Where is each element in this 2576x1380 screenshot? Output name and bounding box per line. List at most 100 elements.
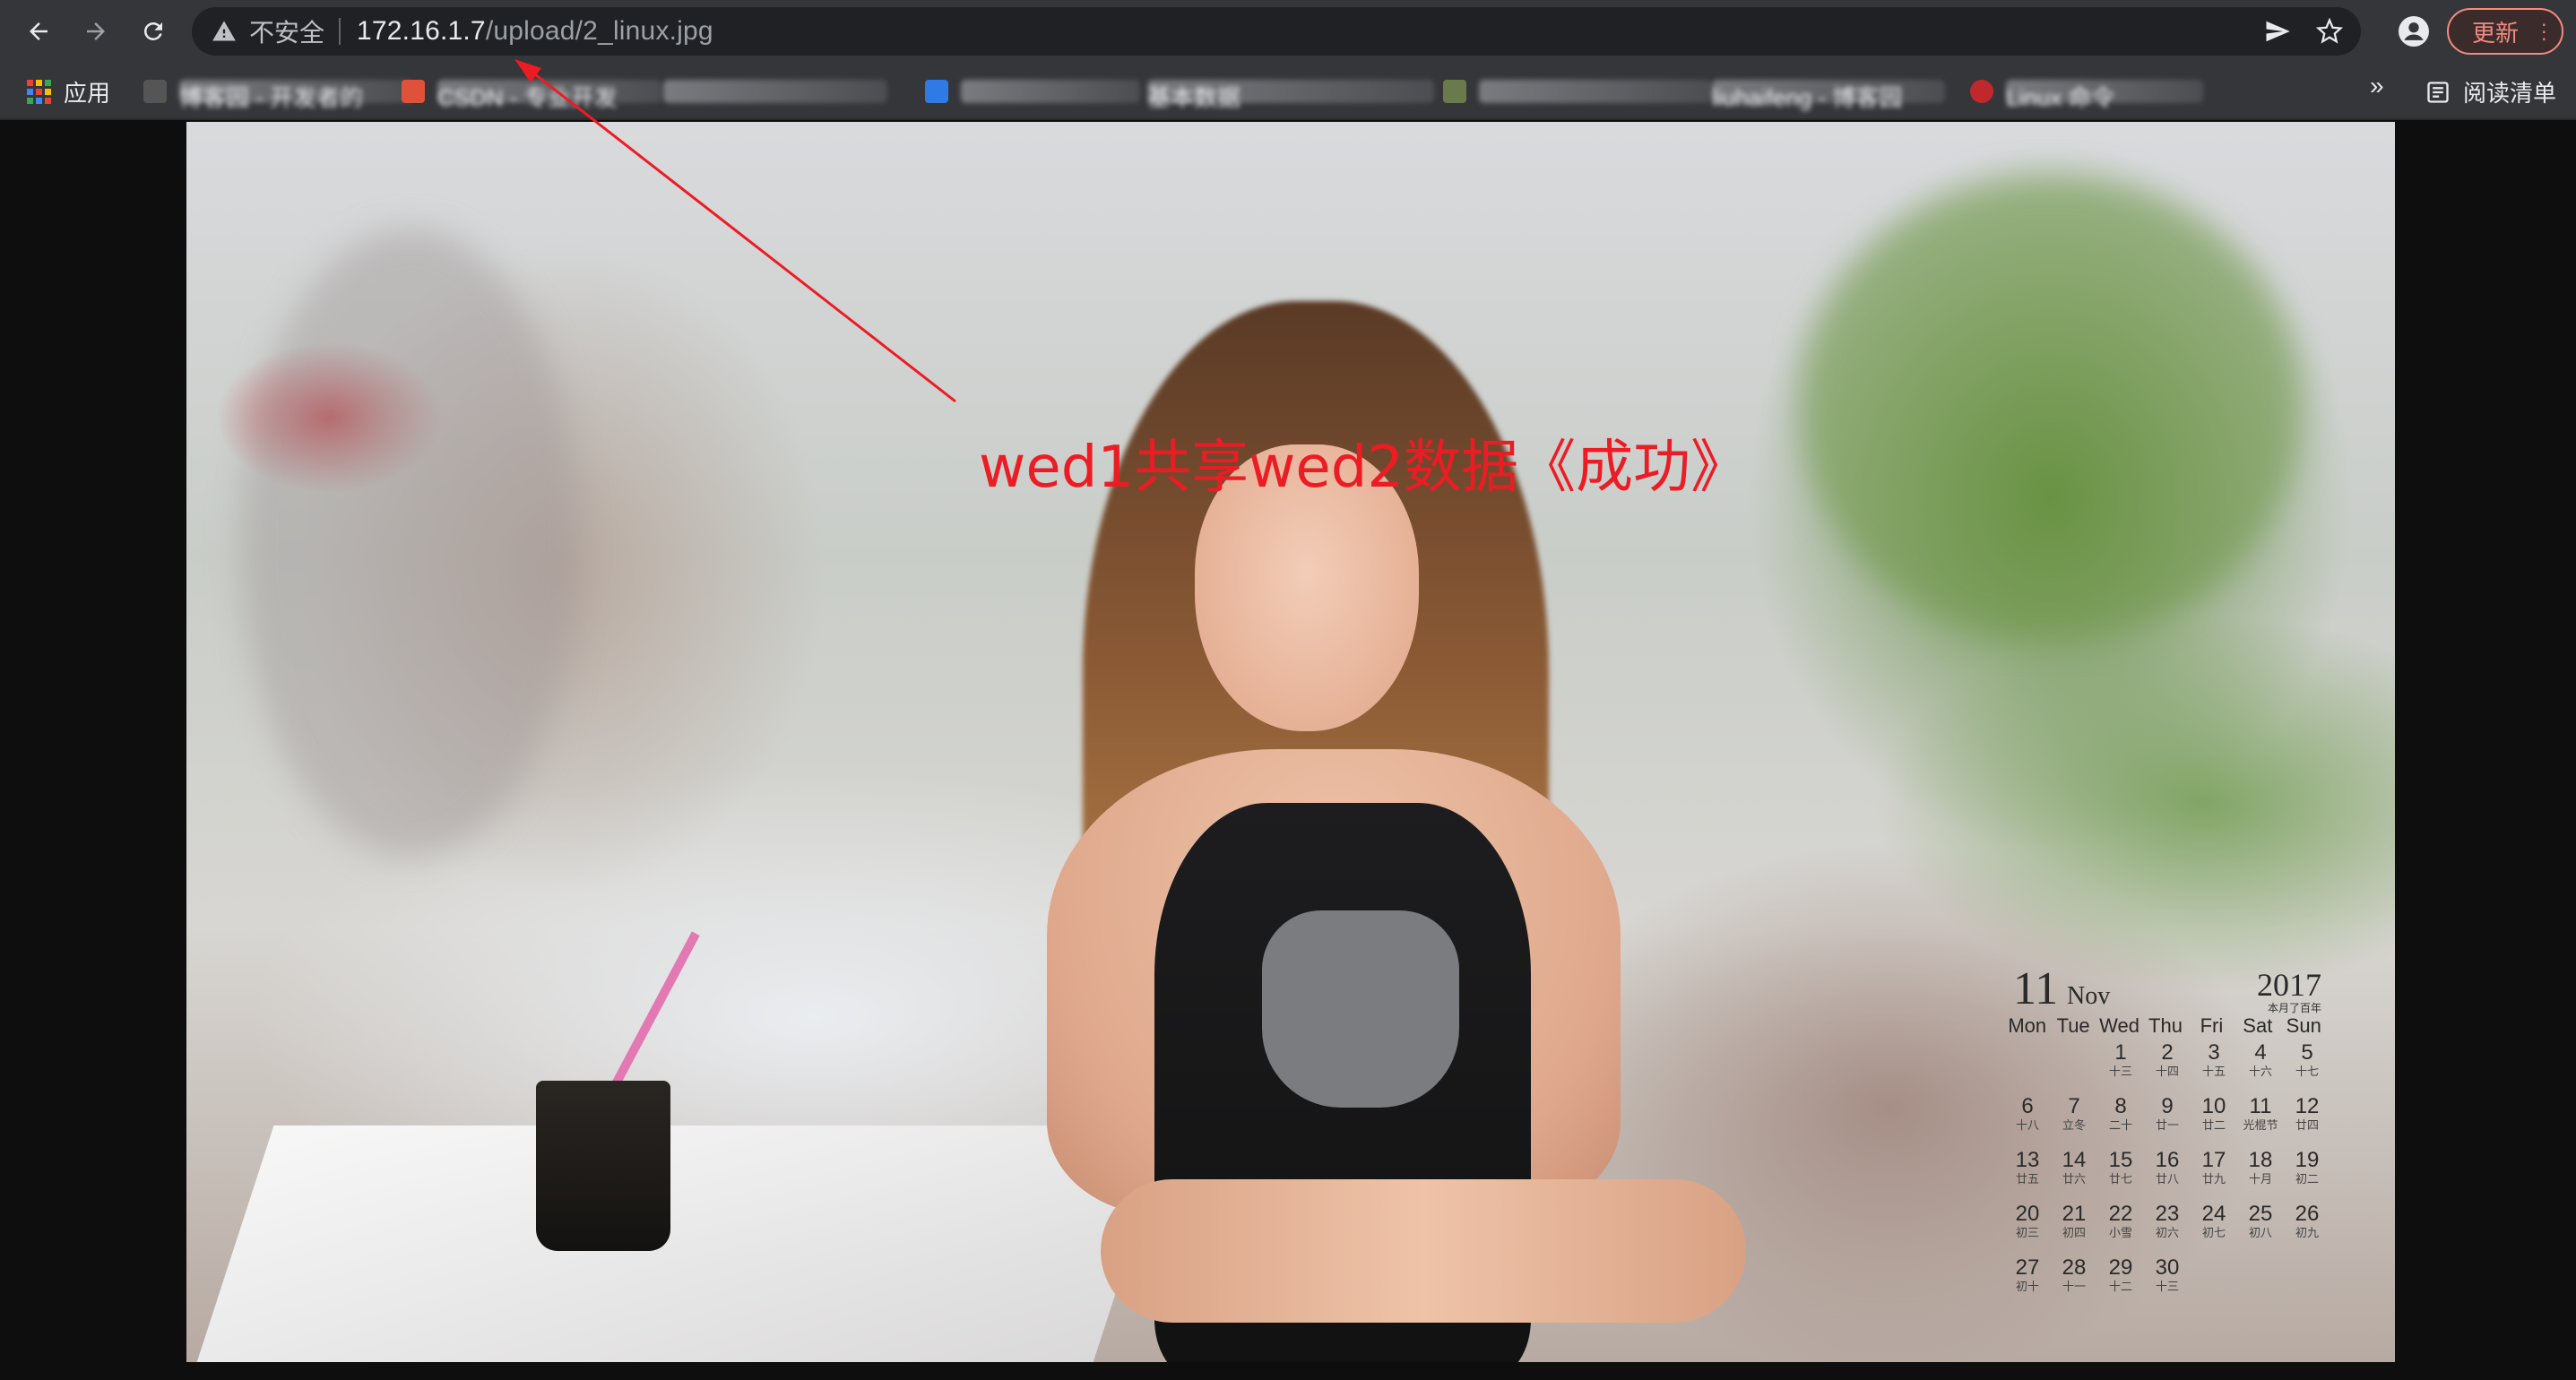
calendar-day-number: 2 [2161,1040,2174,1065]
calendar-lunar-label: 廿八 [2155,1172,2179,1186]
calendar-weekday: Mon [2008,1014,2047,1037]
calendar-day: 2 十四 [2144,1041,2191,1095]
calendar-day: 18 十月 [2237,1149,2284,1203]
calendar-day: 30 十三 [2144,1256,2191,1310]
calendar-day-number: 20 [2015,1202,2040,1226]
calendar-day-number: 17 [2201,1148,2226,1172]
calendar-day: 26 初九 [2284,1203,2330,1256]
calendar-day: 7 立冬 [2051,1095,2097,1149]
calendar-day-number: 13 [2015,1148,2040,1172]
calendar-day: 25 初八 [2237,1203,2284,1256]
calendar-lunar-label: 初七 [2201,1226,2226,1239]
calendar-day: 6 十八 [2004,1095,2051,1149]
calendar-lunar-label: 小雪 [2108,1226,2132,1239]
calendar-day: 3 十五 [2191,1041,2237,1095]
calendar-day: 1 十三 [2097,1041,2144,1095]
calendar-lunar-label: 十五 [2201,1065,2226,1078]
calendar-day-number: 11 [2249,1094,2272,1118]
calendar-day-number: 26 [2295,1202,2320,1226]
calendar-lunar-label: 十六 [2248,1065,2272,1078]
calendar-day: 10 廿二 [2191,1095,2237,1149]
calendar-tag: 本月了百年 [2267,1002,2321,1014]
calendar-day-number: 10 [2201,1094,2226,1118]
calendar-lunar-label: 十月 [2248,1172,2272,1186]
calendar-day: 24 初七 [2191,1203,2237,1256]
calendar-weekday: Sun [2286,1014,2321,1037]
calendar-day-number: 21 [2062,1202,2087,1226]
calendar-day-number: 25 [2248,1202,2273,1226]
calendar-day [2051,1041,2097,1095]
calendar-day-number: 5 [2301,1040,2313,1065]
calendar-weekday: Tue [2056,1014,2090,1037]
calendar-day-number: 16 [2155,1148,2180,1172]
calendar-day: 12 廿四 [2284,1095,2330,1149]
calendar-lunar-label: 十四 [2155,1065,2179,1078]
calendar-day-number: 1 [2114,1040,2127,1065]
calendar-lunar-label: 廿七 [2108,1172,2132,1186]
calendar-lunar-label: 廿六 [2062,1172,2086,1186]
calendar-lunar-label: 初四 [2062,1226,2086,1239]
calendar-day: 11 光棍节 [2237,1095,2284,1149]
calendar-lunar-label: 光棍节 [2243,1118,2278,1132]
calendar-day-number: 9 [2161,1094,2174,1118]
calendar-day-number: 27 [2015,1255,2040,1280]
calendar-lunar-label: 廿九 [2201,1172,2226,1186]
calendar-weekday-header: Mon Tue Wed Thu Fri Sat Sun [2004,1014,2327,1038]
calendar-day: 9 廿一 [2144,1095,2191,1149]
calendar-day: 28 十一 [2051,1256,2097,1310]
calendar-day: 19 初二 [2284,1149,2330,1203]
calendar-day [2004,1041,2051,1095]
calendar-day-number: 23 [2155,1202,2180,1226]
annotation-text: wed1共享wed2数据《成功》 [979,435,1749,501]
calendar-day-number: 15 [2108,1148,2133,1172]
calendar-day: 20 初三 [2004,1203,2051,1256]
calendar-day-number: 30 [2155,1255,2180,1280]
image-calendar: 11 Nov 2017 本月了百年 Mon Tue Wed Thu Fri Sa… [2004,961,2327,1319]
calendar-day-number: 29 [2108,1255,2133,1280]
calendar-lunar-label: 初二 [2295,1172,2319,1186]
calendar-lunar-label: 初八 [2248,1226,2272,1239]
calendar-weekday: Wed [2099,1014,2139,1037]
calendar-lunar-label: 初九 [2295,1226,2319,1239]
calendar-lunar-label: 廿一 [2155,1118,2179,1132]
calendar-day: 4 十六 [2237,1041,2284,1095]
calendar-day-number: 6 [2021,1094,2034,1118]
calendar-lunar-label: 初三 [2015,1226,2039,1239]
calendar-day-number: 3 [2208,1040,2220,1065]
calendar-day: 16 廿八 [2144,1149,2191,1203]
calendar-lunar-label: 十一 [2062,1280,2086,1293]
calendar-day-number: 7 [2068,1094,2080,1118]
calendar-weekday: Thu [2148,1014,2183,1037]
calendar-day-number: 4 [2254,1040,2267,1065]
calendar-day-number: 14 [2062,1148,2087,1172]
calendar-day: 15 廿七 [2097,1149,2144,1203]
calendar-month-name: Nov [2067,982,2111,1010]
calendar-lunar-label: 廿五 [2015,1172,2039,1186]
calendar-lunar-label: 廿二 [2201,1118,2226,1132]
calendar-lunar-label: 十三 [2155,1280,2179,1293]
calendar-lunar-label: 十八 [2015,1118,2039,1132]
calendar-day: 17 廿九 [2191,1149,2237,1203]
calendar-day: 5 十七 [2284,1041,2330,1095]
calendar-day-number: 28 [2062,1255,2087,1280]
calendar-day-number: 12 [2295,1094,2320,1118]
calendar-day-number: 18 [2248,1148,2273,1172]
calendar-day: 22 小雪 [2097,1203,2144,1256]
calendar-lunar-label: 初六 [2155,1226,2179,1239]
calendar-lunar-label: 二十 [2108,1118,2132,1132]
calendar-weekday: Sat [2243,1014,2273,1037]
calendar-lunar-label: 廿四 [2295,1118,2319,1132]
calendar-day: 29 十二 [2097,1256,2144,1310]
calendar-lunar-label: 初十 [2015,1280,2039,1293]
calendar-day-number: 19 [2295,1148,2320,1172]
calendar-lunar-label: 十二 [2108,1280,2132,1293]
calendar-day: 14 廿六 [2051,1149,2097,1203]
calendar-lunar-label: 立冬 [2062,1118,2086,1132]
calendar-day: 23 初六 [2144,1203,2191,1256]
calendar-day: 21 初四 [2051,1203,2097,1256]
calendar-day: 8 二十 [2097,1095,2144,1149]
calendar-year: 2017 [2257,967,2321,1003]
calendar-grid: 1 十三 2 十四 3 十五 4 十六 5 十七 6 十八 7 立冬 8 二十 9 廿一 10 廿二 11 光棍节 12 廿四… [2004,1041,2330,1310]
calendar-day: 13 廿五 [2004,1149,2051,1203]
calendar-day-number: 8 [2114,1094,2127,1118]
